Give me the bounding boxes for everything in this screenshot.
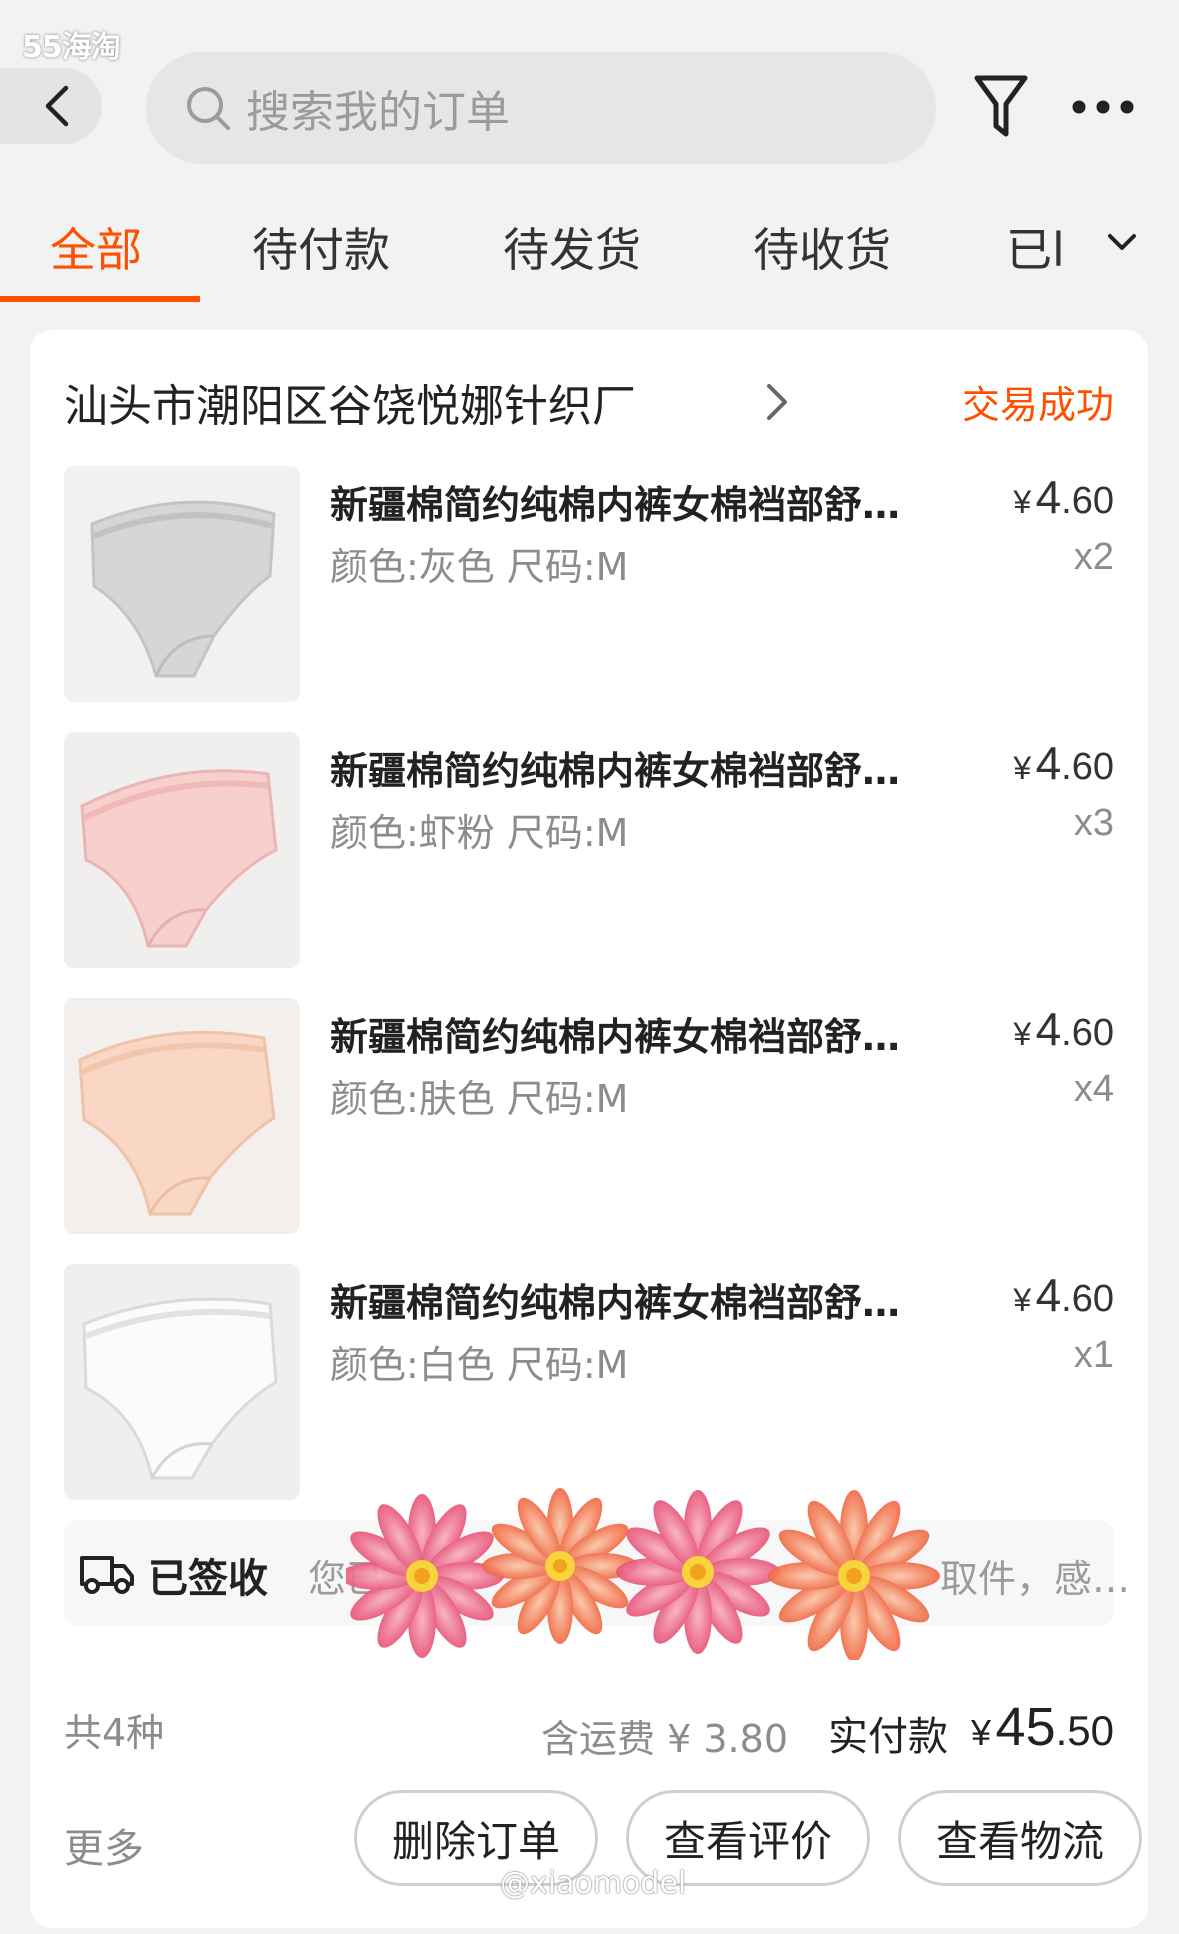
item-title: 新疆棉简约纯棉内裤女棉裆部舒… <box>330 1015 901 1059</box>
order-item[interactable]: 新疆棉简约纯棉内裤女棉裆部舒… 颜色:白色 尺码:M ¥ 4.60 x1 <box>64 1264 1114 1500</box>
item-spec: 颜色:白色 尺码:M <box>330 1343 629 1387</box>
more-actions-link[interactable]: 更多 <box>64 1816 144 1874</box>
product-image[interactable] <box>64 466 300 702</box>
item-spec: 颜色:肤色 尺码:M <box>330 1077 629 1121</box>
tab-pending-payment[interactable]: 待付款 <box>252 214 390 280</box>
more-dots-icon[interactable] <box>1070 92 1136 122</box>
top-bar: 搜索我的订单 <box>0 50 1179 168</box>
tab-pending-receipt[interactable]: 待收货 <box>753 214 891 280</box>
tab-all[interactable]: 全部 <box>50 214 142 280</box>
item-price: ¥ 4.60 <box>1013 737 1114 789</box>
shipping-fee: 含运费 ¥ 3.80 <box>541 1717 788 1761</box>
search-placeholder: 搜索我的订单 <box>246 87 510 138</box>
item-spec: 颜色:虾粉 尺码:M <box>330 811 629 855</box>
view-logistics-button[interactable]: 查看物流 <box>898 1790 1142 1886</box>
item-quantity: x2 <box>1073 536 1114 578</box>
shop-header[interactable]: 汕头市潮阳区谷饶悦娜针织厂 交易成功 <box>64 370 1114 440</box>
logistics-status: 已签收 <box>148 1556 268 1602</box>
order-item[interactable]: 新疆棉简约纯棉内裤女棉裆部舒… 颜色:虾粉 尺码:M ¥ 4.60 x3 <box>64 732 1114 968</box>
product-image[interactable] <box>64 998 300 1234</box>
order-card[interactable]: 汕头市潮阳区谷饶悦娜针织厂 交易成功 新疆棉简约纯棉内裤女棉裆部舒… 颜色:灰色… <box>30 330 1148 1928</box>
search-input[interactable]: 搜索我的订单 <box>146 52 936 164</box>
back-button[interactable] <box>0 68 102 144</box>
search-icon <box>187 87 230 130</box>
paid-amount: ¥ 45.50 <box>971 1697 1114 1757</box>
item-price: ¥ 4.60 <box>1013 1269 1114 1321</box>
item-title: 新疆棉简约纯棉内裤女棉裆部舒… <box>330 483 901 527</box>
product-image[interactable] <box>64 1264 300 1500</box>
order-item[interactable]: 新疆棉简约纯棉内裤女棉裆部舒… 颜色:灰色 尺码:M ¥ 4.60 x2 <box>64 466 1114 702</box>
paid-label: 实付款 <box>828 1714 948 1760</box>
order-tabs: 全部 待付款 待发货 待收货 已l <box>0 200 1179 304</box>
item-kinds-count: 共4种 <box>64 1711 165 1755</box>
chevron-down-icon[interactable] <box>1104 228 1140 256</box>
item-spec: 颜色:灰色 尺码:M <box>330 545 629 589</box>
item-title: 新疆棉简约纯棉内裤女棉裆部舒… <box>330 1281 901 1325</box>
tab-completed[interactable]: 已l <box>1006 214 1066 280</box>
order-summary: 共4种 含运费 ¥ 3.80 实付款 ¥ 45.50 <box>64 1696 1114 1768</box>
chevron-right-icon <box>767 384 787 420</box>
logistics-detail-end: 取件，感… <box>940 1557 1131 1601</box>
item-quantity: x4 <box>1073 1068 1114 1110</box>
product-image[interactable] <box>64 732 300 968</box>
watermark-handle: @xiaomodel <box>500 1866 687 1901</box>
product-thumbnail <box>64 466 300 702</box>
product-thumbnail <box>64 732 300 968</box>
item-quantity: x1 <box>1073 1334 1114 1376</box>
item-price: ¥ 4.60 <box>1013 471 1114 523</box>
product-thumbnail <box>64 998 300 1234</box>
active-tab-indicator <box>0 296 200 302</box>
shop-name[interactable]: 汕头市潮阳区谷饶悦娜针织厂 <box>64 370 636 434</box>
chevron-left-icon <box>45 85 69 127</box>
item-title: 新疆棉简约纯棉内裤女棉裆部舒… <box>330 749 901 793</box>
product-thumbnail <box>64 1264 300 1500</box>
item-quantity: x3 <box>1073 802 1114 844</box>
order-item[interactable]: 新疆棉简约纯棉内裤女棉裆部舒… 颜色:肤色 尺码:M ¥ 4.60 x4 <box>64 998 1114 1234</box>
item-price: ¥ 4.60 <box>1013 1003 1114 1055</box>
order-status: 交易成功 <box>961 383 1114 427</box>
flower-sticker-overlay <box>346 1488 940 1660</box>
tab-pending-shipment[interactable]: 待发货 <box>503 214 641 280</box>
filter-icon[interactable] <box>972 72 1030 142</box>
truck-icon <box>80 1556 134 1594</box>
